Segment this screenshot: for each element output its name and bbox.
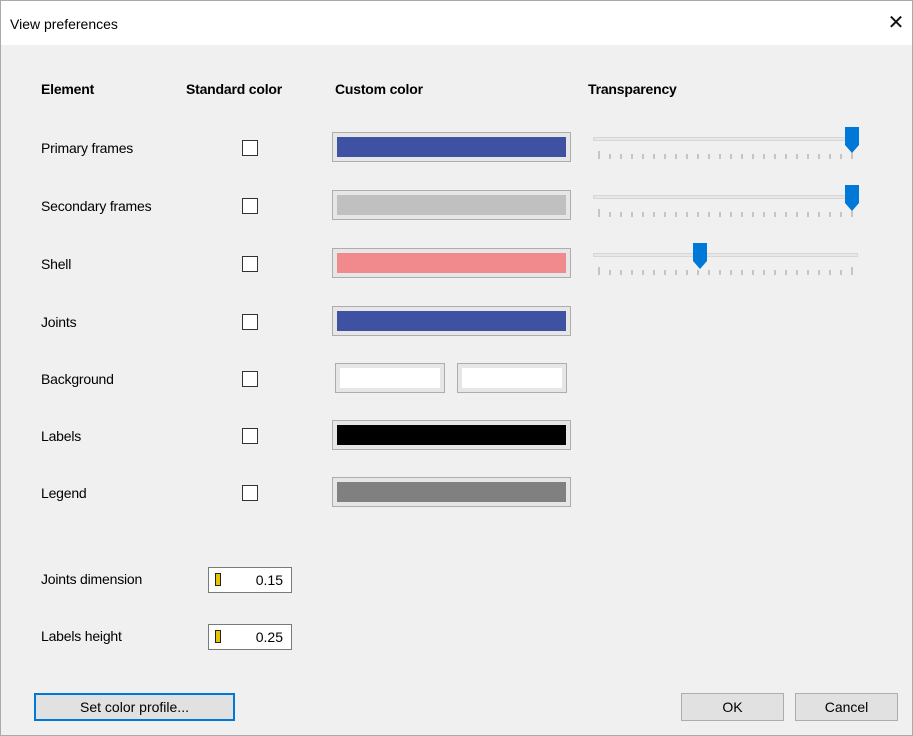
standard-color-checkbox-joints[interactable] [242, 314, 258, 330]
standard-color-checkbox-legend[interactable] [242, 485, 258, 501]
row-label-shell: Shell [41, 256, 72, 272]
view-preferences-dialog: View preferences ✕ Element Standard colo… [0, 0, 913, 736]
joints-dimension-label: Joints dimension [41, 571, 143, 587]
background-color-swatch-2[interactable] [457, 363, 567, 393]
slider-track [593, 195, 858, 199]
transparency-slider-primary-frames[interactable] [593, 127, 859, 163]
row-label-labels: Labels [41, 428, 82, 444]
header-transparency: Transparency [588, 81, 677, 97]
color-fill [337, 425, 566, 445]
labels-height-field[interactable]: 0.25 [208, 624, 292, 650]
labels-height-value: 0.25 [255, 629, 283, 645]
ruler-icon [215, 630, 221, 643]
standard-color-checkbox-secondary-frames[interactable] [242, 198, 258, 214]
color-fill [337, 195, 566, 215]
transparency-slider-secondary-frames[interactable] [593, 185, 859, 221]
color-fill [337, 482, 566, 502]
custom-color-swatch-legend[interactable] [332, 477, 571, 507]
standard-color-checkbox-labels[interactable] [242, 428, 258, 444]
header-custom-color: Custom color [335, 81, 423, 97]
header-standard-color: Standard color [186, 81, 282, 97]
custom-color-swatch-secondary-frames[interactable] [332, 190, 571, 220]
color-fill [340, 368, 440, 388]
slider-thumb[interactable] [693, 243, 708, 269]
row-label-secondary-frames: Secondary frames [41, 198, 152, 214]
standard-color-checkbox-background[interactable] [242, 371, 258, 387]
slider-ticks [598, 209, 853, 217]
labels-height-label: Labels height [41, 628, 122, 644]
color-fill [337, 137, 566, 157]
slider-ticks [598, 267, 853, 275]
background-color-swatch-1[interactable] [335, 363, 445, 393]
custom-color-swatch-primary-frames[interactable] [332, 132, 571, 162]
ruler-icon [215, 573, 221, 586]
color-fill [337, 311, 566, 331]
custom-color-swatch-joints[interactable] [332, 306, 571, 336]
cancel-button[interactable]: Cancel [795, 693, 898, 721]
slider-track [593, 137, 858, 141]
color-fill [337, 253, 566, 273]
set-color-profile-button[interactable]: Set color profile... [34, 693, 235, 721]
joints-dimension-value: 0.15 [255, 572, 283, 588]
slider-thumb[interactable] [845, 185, 859, 211]
color-fill [462, 368, 562, 388]
joints-dimension-field[interactable]: 0.15 [208, 567, 292, 593]
standard-color-checkbox-shell[interactable] [242, 256, 258, 272]
row-label-primary-frames: Primary frames [41, 140, 134, 156]
slider-ticks [598, 151, 853, 159]
slider-thumb[interactable] [845, 127, 859, 153]
transparency-slider-shell[interactable] [593, 243, 858, 279]
row-label-background: Background [41, 371, 114, 387]
title-bar: View preferences ✕ [1, 1, 912, 45]
window-title: View preferences [10, 16, 118, 32]
slider-track [593, 253, 858, 257]
custom-color-swatch-labels[interactable] [332, 420, 571, 450]
row-label-joints: Joints [41, 314, 77, 330]
row-label-legend: Legend [41, 485, 87, 501]
custom-color-swatch-shell[interactable] [332, 248, 571, 278]
ok-button[interactable]: OK [681, 693, 784, 721]
standard-color-checkbox-primary-frames[interactable] [242, 140, 258, 156]
close-icon[interactable]: ✕ [885, 12, 907, 34]
header-element: Element [41, 81, 95, 97]
